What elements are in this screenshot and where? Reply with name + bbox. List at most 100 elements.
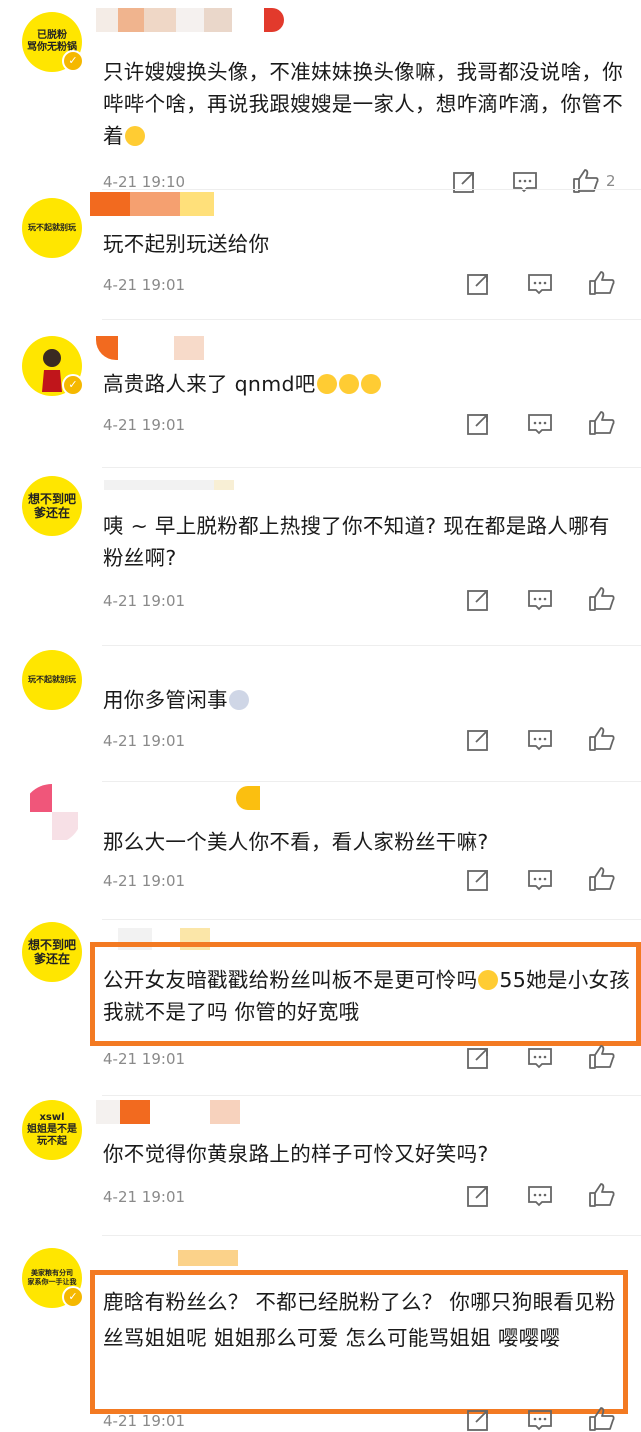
verified-badge-icon: ✓ bbox=[62, 374, 84, 396]
thumbs-up-icon bbox=[589, 1183, 615, 1207]
comment-icon bbox=[528, 274, 552, 295]
thumbs-up-icon bbox=[589, 867, 615, 891]
avatar-text: 想不到吧 爹还在 bbox=[27, 938, 76, 966]
comment-time: 4-21 19:01 bbox=[103, 416, 186, 434]
comment-text: 公开女友暗戳戳给粉丝叫板不是更可怜吗 55她是小女孩我就不是了吗 你管的好宽哦 bbox=[103, 968, 631, 1024]
comment-time: 4-21 19:01 bbox=[103, 1050, 186, 1068]
like-button[interactable] bbox=[588, 726, 616, 752]
comment-text: 那么大一个美人你不看，看人家粉丝干嘛? bbox=[103, 830, 489, 854]
avatar[interactable]: 想不到吧 爹还在 bbox=[22, 476, 82, 536]
avatar[interactable]: xswl 姐姐是不是 玩不起 bbox=[22, 1100, 82, 1160]
share-icon bbox=[467, 590, 488, 611]
comment-button[interactable] bbox=[527, 412, 553, 436]
avatar[interactable] bbox=[22, 784, 82, 844]
comment-button[interactable] bbox=[527, 1046, 553, 1070]
thumbs-up-icon bbox=[589, 727, 615, 751]
like-button[interactable] bbox=[588, 1406, 616, 1432]
upset-emoji-icon bbox=[338, 374, 359, 394]
comment-item: 想不到吧 爹还在 公开女友暗戳戳给粉丝叫板不是更可怜吗 55她是小女孩我就不是了吗… bbox=[0, 920, 641, 1096]
share-icon bbox=[467, 1186, 488, 1207]
share-button[interactable] bbox=[466, 1408, 490, 1432]
comment-item: 玩不起就别玩 用你多管闲事 4-21 19:01 bbox=[0, 646, 641, 782]
comment-icon bbox=[528, 590, 552, 611]
avatar[interactable]: 玩不起就别玩 bbox=[22, 650, 82, 710]
share-button[interactable] bbox=[466, 412, 490, 436]
verified-badge-icon: ✓ bbox=[62, 1286, 84, 1308]
share-icon bbox=[467, 1410, 488, 1431]
comment-text: 咦 ~ 早上脱粉都上热搜了你不知道? 现在都是路人哪有粉丝啊? bbox=[103, 514, 610, 570]
comment-item: xswl 姐姐是不是 玩不起 你不觉得你黄泉路上的样子可怜又好笑吗? 4-21 … bbox=[0, 1096, 641, 1236]
like-button[interactable] bbox=[588, 1182, 616, 1208]
comment-time: 4-21 19:01 bbox=[103, 1188, 186, 1206]
comment-time: 4-21 19:01 bbox=[103, 732, 186, 750]
avatar-text: 玩不起就别玩 bbox=[28, 675, 76, 684]
avatar-text: xswl 姐姐是不是 玩不起 bbox=[27, 1112, 77, 1147]
thumbs-up-icon bbox=[589, 271, 615, 295]
like-button[interactable] bbox=[588, 866, 616, 892]
like-button[interactable] bbox=[588, 270, 616, 296]
username[interactable] bbox=[236, 786, 260, 810]
comment-icon bbox=[528, 1048, 552, 1069]
comment-item: 想不到吧 爹还在 咦 ~ 早上脱粉都上热搜了你不知道? 现在都是路人哪有粉丝啊?… bbox=[0, 468, 641, 646]
comment-text: 玩不起别玩送给你 bbox=[103, 232, 270, 256]
comment-item: 美家粮有分司 家系你一手让我 ✓ 鹿晗有粉丝么？ 不都已经脱粉了么？ 你哪只狗眼… bbox=[0, 1236, 641, 1432]
share-button[interactable] bbox=[466, 728, 490, 752]
username[interactable] bbox=[96, 1100, 240, 1124]
comment-button[interactable] bbox=[527, 868, 553, 892]
comment-button[interactable] bbox=[527, 728, 553, 752]
username[interactable] bbox=[96, 336, 204, 360]
share-icon bbox=[467, 870, 488, 891]
like-count: 2 bbox=[606, 172, 616, 190]
grin-emoji-icon bbox=[124, 126, 145, 146]
comment-icon bbox=[528, 414, 552, 435]
share-icon bbox=[467, 730, 488, 751]
avatar[interactable]: 玩不起就别玩 bbox=[22, 198, 82, 258]
comment-time: 4-21 19:01 bbox=[103, 1412, 186, 1430]
comment-text: 高贵路人来了 qnmd吧 bbox=[103, 368, 623, 400]
divider bbox=[102, 319, 641, 320]
comment-button[interactable] bbox=[527, 272, 553, 296]
share-button[interactable] bbox=[466, 868, 490, 892]
share-icon bbox=[467, 414, 488, 435]
share-icon bbox=[467, 274, 488, 295]
like-button[interactable] bbox=[588, 1044, 616, 1070]
avatar-image-icon bbox=[30, 784, 78, 840]
comment-text: 用你多管闲事 bbox=[103, 684, 623, 716]
verified-badge-icon: ✓ bbox=[62, 50, 84, 72]
comment-item: ✓ 高贵路人来了 qnmd吧 4-21 19:01 bbox=[0, 330, 641, 468]
username[interactable] bbox=[104, 480, 234, 504]
share-button[interactable] bbox=[466, 1184, 490, 1208]
thumbs-up-icon bbox=[589, 411, 615, 435]
username[interactable] bbox=[90, 192, 214, 216]
share-button[interactable] bbox=[466, 1046, 490, 1070]
avatar[interactable]: 想不到吧 爹还在 bbox=[22, 922, 82, 982]
thumbs-up-icon bbox=[589, 1045, 615, 1069]
disappointed-emoji-icon bbox=[478, 970, 499, 990]
username[interactable] bbox=[96, 8, 284, 32]
thumbs-up-icon bbox=[589, 587, 615, 611]
share-button[interactable] bbox=[466, 272, 490, 296]
comment-time: 4-21 19:01 bbox=[103, 592, 186, 610]
share-icon bbox=[467, 1048, 488, 1069]
avatar-text: 玩不起就别玩 bbox=[28, 223, 76, 232]
eye-roll-emoji-icon bbox=[228, 690, 249, 710]
comment-button[interactable] bbox=[527, 1408, 553, 1432]
upset-emoji-icon bbox=[360, 374, 381, 394]
upset-emoji-icon bbox=[316, 374, 337, 394]
thumbs-up-icon bbox=[589, 1407, 615, 1431]
comment-item: 那么大一个美人你不看，看人家粉丝干嘛? 4-21 19:01 bbox=[0, 782, 641, 920]
comment-item: 已脱粉 骂你无粉锅 ✓ 只许嫂嫂换头像，不准妹妹换头像嘛，我哥都没说啥，你哔哔个… bbox=[0, 0, 641, 193]
comment-text: 你不觉得你黄泉路上的样子可怜又好笑吗? bbox=[103, 1142, 489, 1166]
comment-text: 只许嫂嫂换头像，不准妹妹换头像嘛，我哥都没说啥，你哔哔个啥，再说我跟嫂嫂是一家人… bbox=[103, 60, 623, 148]
comment-time: 4-21 19:01 bbox=[103, 276, 186, 294]
like-button[interactable] bbox=[588, 410, 616, 436]
comment-icon bbox=[528, 870, 552, 891]
like-button[interactable] bbox=[588, 586, 616, 612]
share-button[interactable] bbox=[466, 588, 490, 612]
comment-button[interactable] bbox=[527, 588, 553, 612]
avatar-text: 想不到吧 爹还在 bbox=[27, 492, 76, 520]
comment-button[interactable] bbox=[527, 1184, 553, 1208]
comment-text: 鹿晗有粉丝么？ 不都已经脱粉了么？ 你哪只狗眼看见粉丝骂姐姐呢 姐姐那么可爱 怎… bbox=[103, 1290, 616, 1350]
comment-time: 4-21 19:01 bbox=[103, 872, 186, 890]
comment-icon bbox=[528, 1410, 552, 1431]
